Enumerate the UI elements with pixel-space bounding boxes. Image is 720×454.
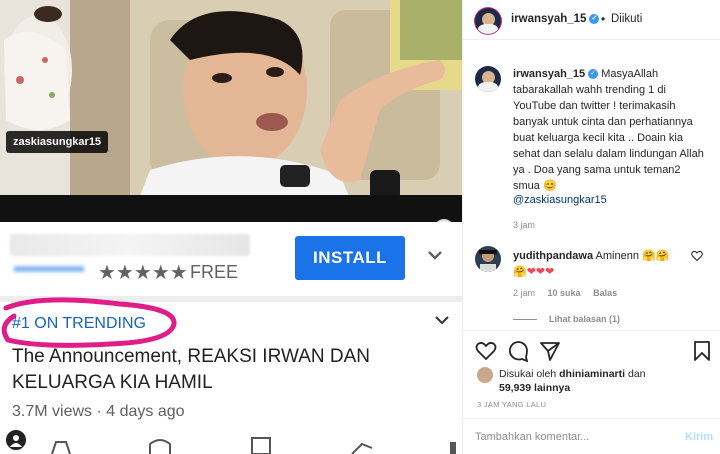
view-replies-label[interactable]: Lihat balasan (1) [549,314,620,324]
comment-bubble-icon[interactable] [507,340,529,362]
caption-avatar[interactable] [475,66,501,92]
commenter-username[interactable]: yudithpandawa [513,250,593,262]
commenter-avatar[interactable] [475,246,501,272]
following-status-button[interactable]: Diikuti [611,13,642,25]
video-action-icons [51,437,456,454]
reply-button[interactable]: Balas [593,288,617,298]
author-username-text[interactable]: irwansyah_15 [511,13,586,25]
blurred-app-tag [14,266,84,272]
comment-box-divider [463,418,720,419]
ad-app-bar: ★★★★★ FREE INSTALL [0,222,462,296]
post-comment-button[interactable]: Kirim [685,431,713,443]
account-avatar-icon[interactable] [4,428,28,452]
like-heart-icon[interactable] [475,340,497,362]
caption-body: MasyaAllah tabarakallah wahh trending 1 … [513,68,704,192]
caption-time: 3 jam [513,220,536,230]
comment-body: Aminenn [595,250,639,262]
video-title: The Announcement, REAKSI IRWAN DAN KELUA… [12,346,370,393]
comment-emoji-2: 🤗 [513,266,527,278]
author-username[interactable]: irwansyah_15 ✓ [511,13,600,25]
video-frame: zaskiasungkar15 [0,0,462,222]
liker-avatar[interactable] [477,367,493,383]
caption-text: irwansyah_15 ✓ MasyaAllah tabarakallah wa… [513,66,709,194]
replies-line [513,319,537,321]
rating-stars: ★★★★★ [98,262,188,284]
share-paper-plane-icon[interactable] [539,340,561,362]
likes-joiner: dan [627,368,646,380]
install-button[interactable]: INSTALL [295,236,405,280]
comment-meta: 2 jam 10 suka Balas [513,288,627,298]
comments-list[interactable]: irwansyah_15 ✓ MasyaAllah tabarakallah wa… [463,52,720,330]
likes-prefix: Disukai oleh [499,368,557,380]
separator-dot: • [601,12,606,26]
blurred-app-name [10,234,250,256]
add-comment-input[interactable] [475,428,665,446]
comment-text: yudithpandawa Aminenn 🤗🤗 🤗❤❤❤ [513,248,685,280]
save-bookmark-icon[interactable] [691,340,713,362]
like-comment-heart-icon[interactable] [691,250,703,262]
liker-username[interactable]: dhiniaminarti [559,368,625,380]
verified-badge-icon: ✓ [589,13,600,24]
likes-count[interactable]: 59,939 lainnya [499,382,570,394]
post-header: irwansyah_15 ✓ • Diikuti [463,0,720,40]
free-label: FREE [190,262,239,282]
user-tag-chip[interactable]: zaskiasungkar15 [6,131,109,153]
view-replies-button[interactable]: Lihat balasan (1) [513,314,620,324]
comment-emojis: 🤗🤗 [642,250,670,262]
trending-label: #1 ON TRENDING [12,315,146,332]
verified-badge-icon: ✓ [588,69,599,80]
post-timestamp[interactable]: 3 JAM YANG LALU [477,400,546,409]
post-details-panel: irwansyah_15 ✓ • Diikuti irwansyah_15 ✓ Ma… [462,0,720,454]
comment-time: 2 jam [513,288,536,298]
chevron-down-icon[interactable] [424,244,446,266]
likes-summary: Disukai oleh dhiniaminarti dan 59,939 la… [499,367,709,395]
video-meta: 3.7M views · 4 days ago [12,403,185,420]
post-media[interactable]: zaskiasungkar15 › ★★★★★ FREE INSTALL #1 … [0,0,462,454]
mention-link[interactable]: @zaskiasungkar15 [513,194,607,206]
comment-hearts: ❤❤❤ [526,266,555,278]
expand-chevron-icon[interactable] [432,312,452,328]
caption-username[interactable]: irwansyah_15 [513,68,585,80]
comment-likes[interactable]: 10 suka [548,288,581,298]
video-scene-image [0,0,462,222]
actions-divider [463,330,720,331]
author-avatar[interactable] [475,8,501,34]
